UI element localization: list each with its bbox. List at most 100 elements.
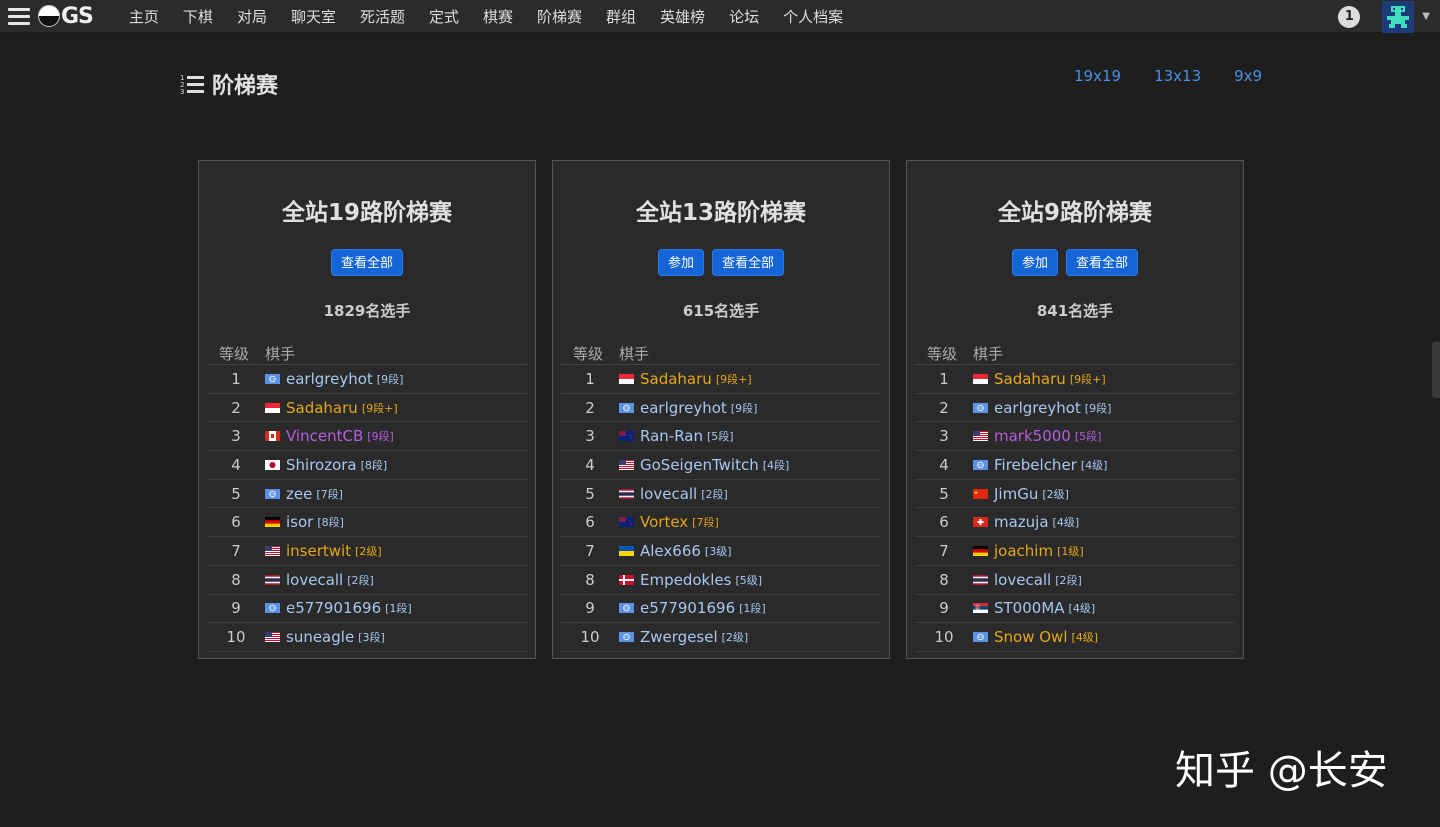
flag-us-icon (265, 632, 280, 643)
player-name-link[interactable]: Empedokles (640, 571, 731, 589)
nav-item[interactable]: 群组 (594, 6, 648, 27)
player-cell: Alex666 [3级] (619, 536, 881, 566)
player-cell: lovecall [2段] (973, 565, 1235, 595)
player-name-link[interactable]: lovecall (286, 571, 343, 589)
player-name-link[interactable]: mark5000 (994, 427, 1071, 445)
player-name-link[interactable]: Sadaharu (640, 370, 712, 388)
player-name-link[interactable]: earlgreyhot (640, 399, 727, 417)
view-all-button[interactable]: 查看全部 (712, 249, 785, 276)
table-row: 5 JimGu [2级] (915, 479, 1235, 509)
site-logo[interactable]: GS (38, 4, 94, 29)
nav-item[interactable]: 定式 (417, 6, 471, 27)
ladder-card: 全站13路阶梯赛 参加 查看全部 615名选手 等级 棋手 1 Sadaharu [9段+] 2 e… (552, 160, 890, 659)
player-name-link[interactable]: Sadaharu (994, 370, 1066, 388)
table-row: 2 earlgreyhot [9段] (561, 393, 881, 423)
notification-badge[interactable]: 1 (1338, 5, 1361, 28)
player-name-link[interactable]: GoSeigenTwitch (640, 456, 759, 474)
player-grade: [7段] (692, 516, 719, 530)
player-grade: [1级] (1057, 544, 1084, 558)
join-button[interactable]: 参加 (1011, 249, 1058, 276)
player-name-link[interactable]: earlgreyhot (994, 399, 1081, 417)
go-stone-logo-icon (38, 5, 60, 27)
nav-item[interactable]: 棋赛 (471, 6, 525, 27)
rank-cell: 2 (561, 393, 619, 423)
player-grade: [2段] (347, 573, 374, 587)
player-cell: lovecall [2段] (265, 565, 527, 595)
flag-dk-icon (619, 574, 634, 585)
board-size-links: 19x19 13x13 9x9 (1074, 67, 1295, 85)
nav-item[interactable]: 英雄榜 (648, 6, 717, 27)
player-grade: [4级] (1080, 458, 1108, 472)
nav-item[interactable]: 阶梯赛 (525, 6, 594, 27)
player-name-link[interactable]: ST000MA (994, 599, 1065, 617)
player-grade: [4级] (1052, 516, 1080, 530)
player-name-link[interactable]: Snow Owl (994, 628, 1067, 646)
player-name-link[interactable]: VincentCB (286, 427, 363, 445)
board-size-link[interactable]: 19x19 (1074, 67, 1121, 85)
table-row: 1 earlgreyhot [9段] (207, 364, 527, 394)
rank-cell: 7 (915, 536, 973, 566)
player-name-link[interactable]: suneagle (286, 628, 354, 646)
hamburger-menu-icon[interactable] (8, 7, 30, 25)
flag-un-icon (973, 402, 988, 413)
side-scroll-tab[interactable] (1432, 342, 1440, 398)
player-name-link[interactable]: Alex666 (640, 542, 701, 560)
view-all-button[interactable]: 查看全部 (1066, 249, 1139, 276)
player-name-link[interactable]: zee (286, 485, 312, 503)
flag-de-icon (973, 545, 988, 556)
player-name-link[interactable]: Sadaharu (286, 399, 358, 417)
player-cell: Sadaharu [9段+] (973, 364, 1235, 394)
player-name-link[interactable]: Zwergesel (640, 628, 718, 646)
player-name-link[interactable]: e577901696 (640, 599, 735, 617)
rank-cell: 2 (915, 393, 973, 423)
board-size-link[interactable]: 9x9 (1234, 67, 1262, 85)
avatar[interactable] (1382, 0, 1415, 33)
player-name-link[interactable]: Shirozora (286, 456, 357, 474)
player-name-link[interactable]: e577901696 (286, 599, 381, 617)
player-cell: mazuja [4级] (973, 507, 1235, 538)
rank-cell: 9 (207, 594, 265, 624)
rank-cell: 5 (561, 479, 619, 509)
player-cell: GoSeigenTwitch [4段] (619, 450, 881, 480)
player-cell: Shirozora [8段] (265, 450, 527, 480)
nav-item[interactable]: 聊天室 (279, 6, 348, 27)
table-row: 9 ST000MA [4级] (915, 594, 1235, 624)
join-button[interactable]: 参加 (657, 249, 704, 276)
table-row: 9 e577901696 [1段] (561, 594, 881, 624)
nav-item[interactable]: 主页 (117, 6, 171, 27)
board-size-link[interactable]: 13x13 (1154, 67, 1201, 85)
player-grade: [4级] (1068, 602, 1096, 616)
chevron-down-icon[interactable]: ▼ (1422, 11, 1430, 22)
player-name-link[interactable]: Vortex (640, 513, 688, 531)
nav-item[interactable]: 个人档案 (771, 6, 855, 27)
flag-un-icon (265, 488, 280, 499)
column-header-rank: 等级 (915, 343, 973, 365)
player-name-link[interactable]: JimGu (994, 485, 1038, 503)
table-row: 9 e577901696 [1段] (207, 594, 527, 624)
player-grade: [9段] (730, 401, 758, 415)
player-name-link[interactable]: insertwit (286, 542, 351, 560)
player-count: 1829名选手 (323, 302, 411, 320)
table-row: 4 GoSeigenTwitch [4段] (561, 450, 881, 480)
nav-item[interactable]: 论坛 (717, 6, 771, 27)
table-row: 8 Empedokles [5级] (561, 565, 881, 595)
player-name-link[interactable]: lovecall (994, 571, 1051, 589)
nav-item[interactable]: 下棋 (171, 6, 225, 27)
flag-th-icon (265, 574, 280, 585)
column-header-player: 棋手 (973, 343, 1235, 365)
nav-item[interactable]: 对局 (225, 6, 279, 27)
player-name-link[interactable]: mazuja (994, 513, 1049, 531)
player-name-link[interactable]: Ran-Ran (640, 427, 703, 445)
nav-item[interactable]: 死活题 (348, 6, 417, 27)
table-row: 4 Firebelcher [4级] (915, 450, 1235, 480)
flag-th-icon (619, 488, 634, 499)
view-all-button[interactable]: 查看全部 (330, 249, 403, 276)
ladder-table: 等级 棋手 1 earlgreyhot [9段] 2 Sadaharu [9段+] 3 Vince… (207, 343, 527, 652)
player-name-link[interactable]: lovecall (640, 485, 697, 503)
player-name-link[interactable]: Firebelcher (994, 456, 1077, 474)
table-row: 8 lovecall [2段] (207, 565, 527, 595)
player-name-link[interactable]: isor (286, 513, 313, 531)
player-name-link[interactable]: earlgreyhot (286, 370, 373, 388)
player-name-link[interactable]: joachim (994, 542, 1053, 560)
player-cell: earlgreyhot [9段] (973, 393, 1235, 423)
